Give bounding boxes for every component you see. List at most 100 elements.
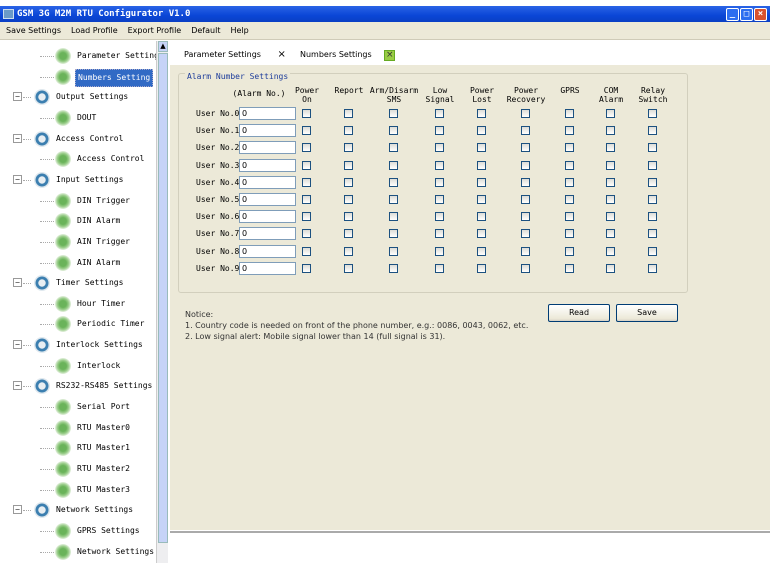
collapse-icon[interactable]: −	[13, 381, 22, 391]
option-checkbox[interactable]	[389, 263, 398, 273]
option-checkbox[interactable]	[344, 195, 353, 204]
tree-node[interactable]: DOUT	[0, 109, 156, 126]
option-checkbox[interactable]	[344, 229, 353, 239]
tree-scrollbar[interactable]: ▲	[156, 41, 168, 563]
option-checkbox[interactable]	[606, 263, 615, 273]
option-checkbox[interactable]	[565, 195, 574, 204]
scroll-thumb[interactable]	[158, 53, 168, 543]
menu-item[interactable]: Load Profile	[71, 26, 118, 35]
option-checkbox[interactable]	[565, 263, 574, 273]
menu-item[interactable]: Export Profile	[128, 26, 182, 35]
option-checkbox[interactable]	[521, 160, 530, 170]
option-checkbox[interactable]	[477, 109, 486, 118]
alarm-number-input[interactable]: 0	[239, 141, 296, 155]
tree-node[interactable]: Serial Port	[0, 399, 156, 416]
option-checkbox[interactable]	[565, 229, 574, 239]
option-checkbox[interactable]	[302, 109, 311, 118]
option-checkbox[interactable]	[344, 263, 353, 273]
alarm-number-input[interactable]: 0	[239, 124, 296, 138]
tree-node[interactable]: RTU Master2	[0, 461, 156, 477]
tree-node[interactable]: AIN Trigger	[0, 233, 156, 250]
tree-node[interactable]: RTU Master3	[0, 481, 156, 498]
option-checkbox[interactable]	[389, 195, 398, 204]
option-checkbox[interactable]	[435, 143, 444, 153]
option-checkbox[interactable]	[606, 160, 615, 170]
option-checkbox[interactable]	[435, 126, 444, 136]
option-checkbox[interactable]	[648, 246, 657, 256]
option-checkbox[interactable]	[435, 177, 444, 187]
option-checkbox[interactable]	[521, 109, 530, 118]
tree-node[interactable]: − Input Settings	[0, 171, 156, 188]
option-checkbox[interactable]	[521, 143, 530, 153]
option-checkbox[interactable]	[648, 126, 657, 136]
option-checkbox[interactable]	[648, 143, 657, 153]
menu-item[interactable]: Default	[191, 26, 220, 35]
option-checkbox[interactable]	[606, 109, 615, 118]
menu-item[interactable]: Help	[230, 26, 248, 35]
option-checkbox[interactable]	[606, 143, 615, 153]
option-checkbox[interactable]	[648, 229, 657, 239]
option-checkbox[interactable]	[302, 160, 311, 170]
option-checkbox[interactable]	[344, 160, 353, 170]
tree-node[interactable]: RTU Master0	[0, 419, 156, 436]
option-checkbox[interactable]	[565, 109, 574, 118]
option-checkbox[interactable]	[606, 229, 615, 239]
option-checkbox[interactable]	[302, 143, 311, 153]
option-checkbox[interactable]	[606, 126, 615, 136]
option-checkbox[interactable]	[606, 212, 615, 222]
option-checkbox[interactable]	[477, 160, 486, 170]
option-checkbox[interactable]	[565, 143, 574, 153]
tree-node[interactable]: AIN Alarm	[0, 254, 156, 271]
minimize-button[interactable]: _	[726, 8, 739, 21]
option-checkbox[interactable]	[302, 195, 311, 204]
option-checkbox[interactable]	[435, 195, 444, 204]
option-checkbox[interactable]	[389, 126, 398, 136]
option-checkbox[interactable]	[521, 229, 530, 239]
option-checkbox[interactable]	[477, 177, 486, 187]
alarm-number-input[interactable]: 0	[239, 210, 296, 224]
option-checkbox[interactable]	[477, 263, 486, 273]
option-checkbox[interactable]	[344, 246, 353, 256]
tree-node[interactable]: Periodic Timer	[0, 316, 156, 333]
option-checkbox[interactable]	[477, 126, 486, 136]
scroll-up-arrow-icon[interactable]: ▲	[158, 41, 168, 52]
option-checkbox[interactable]	[344, 143, 353, 153]
option-checkbox[interactable]	[477, 246, 486, 256]
option-checkbox[interactable]	[521, 246, 530, 256]
option-checkbox[interactable]	[606, 195, 615, 204]
tree-node[interactable]: GPRS Settings	[0, 522, 156, 539]
read-button[interactable]: Read	[548, 304, 610, 322]
tree-node[interactable]: DIN Trigger	[0, 192, 156, 209]
option-checkbox[interactable]	[477, 229, 486, 239]
option-checkbox[interactable]	[435, 246, 444, 256]
option-checkbox[interactable]	[389, 177, 398, 187]
option-checkbox[interactable]	[648, 109, 657, 118]
tree-node[interactable]: Parameter Setting	[0, 48, 156, 64]
option-checkbox[interactable]	[648, 212, 657, 222]
tree-node[interactable]: − Output Settings	[0, 89, 156, 106]
tree-node[interactable]: Interlock	[0, 357, 156, 374]
option-checkbox[interactable]	[302, 246, 311, 256]
tree-node[interactable]: Numbers Setting	[0, 68, 156, 87]
tab-numbers-settings[interactable]: Numbers Settings ×	[300, 47, 396, 63]
option-checkbox[interactable]	[302, 126, 311, 136]
option-checkbox[interactable]	[565, 126, 574, 136]
option-checkbox[interactable]	[302, 177, 311, 187]
option-checkbox[interactable]	[565, 246, 574, 256]
option-checkbox[interactable]	[565, 212, 574, 222]
close-button[interactable]: ×	[754, 8, 767, 21]
option-checkbox[interactable]	[521, 263, 530, 273]
tree-node[interactable]: Access Control	[0, 151, 156, 168]
alarm-number-input[interactable]: 0	[239, 244, 296, 258]
option-checkbox[interactable]	[389, 143, 398, 153]
option-checkbox[interactable]	[521, 195, 530, 204]
option-checkbox[interactable]	[648, 195, 657, 204]
tree-node[interactable]: − Access Control	[0, 130, 156, 147]
option-checkbox[interactable]	[565, 177, 574, 187]
option-checkbox[interactable]	[565, 160, 574, 170]
option-checkbox[interactable]	[648, 263, 657, 273]
alarm-number-input[interactable]: 0	[239, 107, 296, 120]
collapse-icon[interactable]: −	[13, 505, 22, 515]
alarm-number-input[interactable]: 0	[239, 261, 296, 275]
option-checkbox[interactable]	[521, 177, 530, 187]
